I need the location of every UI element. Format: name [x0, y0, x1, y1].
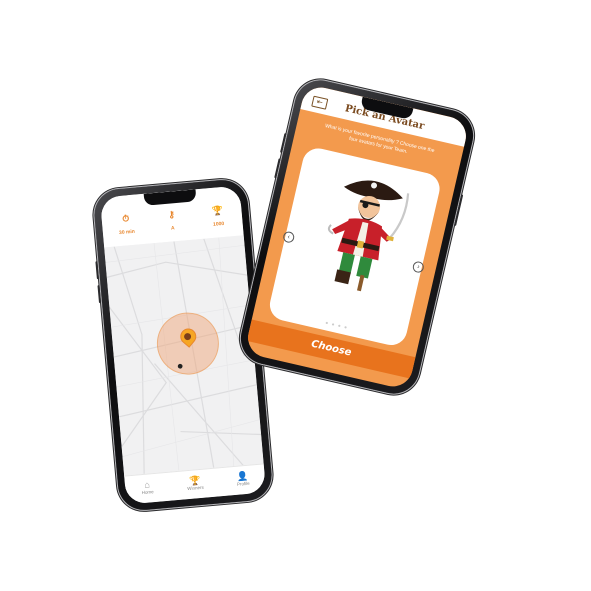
location-pin-icon: ●: [176, 360, 185, 373]
nav-profile-label: Profile: [236, 480, 250, 487]
nav-profile[interactable]: 👤 Profile: [222, 470, 263, 488]
volume-button: [280, 133, 287, 153]
next-avatar-button[interactable]: ›: [411, 260, 425, 274]
stopwatch-icon: ⏱: [121, 213, 130, 224]
stat-points-value: 1000: [212, 220, 225, 228]
nav-home[interactable]: ⌂ Home: [127, 478, 168, 496]
map-view[interactable]: ●: [104, 235, 264, 477]
avatar-phone: ⇤ Pick an Avatar What is your favorite p…: [235, 75, 479, 399]
power-button: [454, 194, 464, 226]
avatar-screen: ⇤ Pick an Avatar What is your favorite p…: [244, 83, 470, 391]
stat-key: ⚷ A: [151, 208, 193, 233]
treasure-pin-icon[interactable]: [177, 325, 200, 348]
stat-time-value: 30 min: [118, 228, 136, 237]
volume-button: [95, 261, 99, 280]
stat-time: ⏱ 30 min: [105, 212, 147, 237]
pirate-avatar-image[interactable]: [303, 161, 424, 304]
nav-home-label: Home: [141, 489, 154, 496]
volume-button: [97, 285, 102, 304]
stat-points: 🏆 1000: [197, 204, 239, 229]
stat-key-value: A: [170, 225, 175, 232]
previous-avatar-button[interactable]: ‹: [282, 230, 296, 244]
volume-button: [274, 158, 281, 179]
nav-winners[interactable]: 🏆 Winners: [174, 474, 215, 492]
nav-winners-label: Winners: [187, 484, 204, 492]
trophy-icon: 🏆: [211, 205, 224, 216]
avatar-carousel: ‹ › ● ● ● ●: [266, 145, 443, 349]
key-icon: ⚷: [167, 209, 176, 220]
